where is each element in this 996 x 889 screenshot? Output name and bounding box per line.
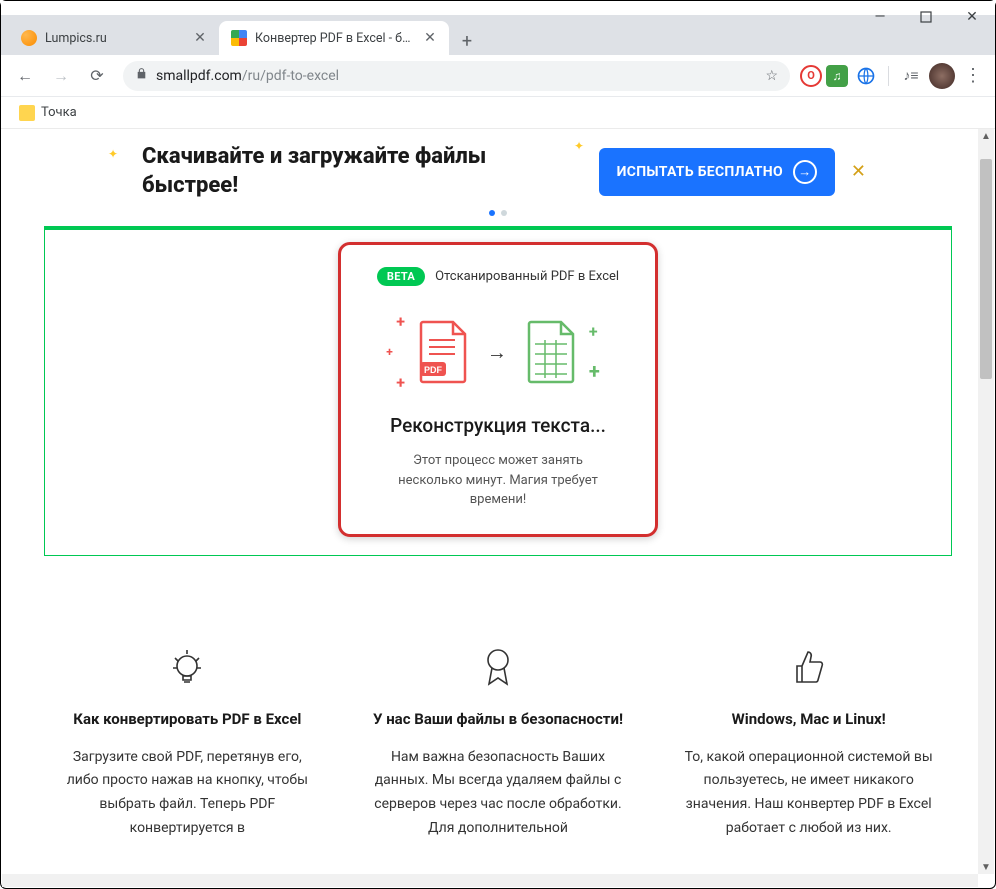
browser-toolbar: ← → ⟳ smallpdf.com/ru/pdf-to-excel ☆ O ♫…: [1, 55, 995, 97]
converter-card: BETA Отсканированный PDF в Excel + + +: [338, 242, 658, 537]
close-icon[interactable]: ✕: [193, 31, 207, 45]
feature-title: Windows, Mac и Linux!: [732, 710, 886, 728]
favicon-icon: [21, 30, 37, 46]
promo-close-button[interactable]: ✕: [845, 155, 872, 188]
feature-text: Нам важна безопасность Ваших данных. Мы …: [371, 746, 626, 841]
features-row: Как конвертировать PDF в Excel Загрузите…: [52, 646, 944, 841]
extension-opera-icon[interactable]: O: [800, 65, 822, 87]
feature-text: То, какой операционной системой вы польз…: [681, 746, 936, 841]
plus-icon: +: [589, 322, 600, 341]
url-text: smallpdf.com/ru/pdf-to-excel: [156, 68, 757, 84]
back-button[interactable]: ←: [9, 60, 41, 92]
page-viewport: ✦ ✦ Скачивайте и загружайте файлы быстре…: [2, 129, 994, 874]
feature-platforms: Windows, Mac и Linux! То, какой операцио…: [673, 646, 944, 841]
try-free-button[interactable]: ИСПЫТАТЬ БЕСПЛАТНО →: [599, 148, 835, 196]
toolbar-separator: [888, 66, 889, 86]
pdf-file-icon: PDF: [417, 320, 469, 384]
tab-title: Lumpics.ru: [45, 31, 185, 46]
cta-label: ИСПЫТАТЬ БЕСПЛАТНО: [617, 164, 783, 180]
feature-safety: У нас Ваши файлы в безопасности! Нам важ…: [363, 646, 634, 841]
menu-button[interactable]: ⋮: [959, 62, 987, 90]
arrow-right-icon: →: [487, 340, 507, 365]
close-icon[interactable]: ✕: [423, 31, 437, 45]
favicon-icon: [231, 30, 247, 46]
reload-button[interactable]: ⟳: [81, 60, 113, 92]
folder-icon: [19, 105, 35, 121]
new-tab-button[interactable]: +: [453, 27, 481, 55]
lightbulb-icon: [169, 646, 205, 688]
feature-title: У нас Ваши файлы в безопасности!: [373, 710, 623, 728]
plus-icon: +: [396, 373, 405, 392]
scroll-up-icon[interactable]: ▲: [980, 129, 992, 143]
plus-icon: +: [386, 345, 405, 359]
tab-lumpics[interactable]: Lumpics.ru ✕: [9, 21, 219, 55]
scroll-down-icon[interactable]: ▼: [980, 860, 992, 874]
window-titlebar: [1, 1, 995, 15]
processing-description: Этот процесс может занять несколько мину…: [383, 451, 613, 510]
media-control-icon[interactable]: ♪≡: [897, 62, 925, 90]
beta-badge: BETA: [377, 267, 425, 286]
excel-file-icon: [525, 320, 577, 384]
scroll-thumb[interactable]: [980, 159, 992, 379]
thumbsup-icon: [791, 646, 827, 688]
processing-title: Реконструкция текста...: [390, 414, 606, 437]
converter-panel: BETA Отсканированный PDF в Excel + + +: [44, 226, 952, 556]
maximize-button[interactable]: [903, 1, 949, 33]
close-window-button[interactable]: ✕: [949, 1, 995, 33]
extension-music-icon[interactable]: ♫: [826, 65, 848, 87]
tab-title: Конвертер PDF в Excel - беспла: [255, 31, 415, 46]
plus-icon: +: [589, 359, 600, 383]
minimize-button[interactable]: —: [857, 1, 903, 33]
arrow-right-icon: →: [793, 160, 817, 184]
profile-avatar[interactable]: [929, 63, 955, 89]
promo-banner: ✦ ✦ Скачивайте и загружайте файлы быстре…: [112, 139, 884, 218]
window-controls: — ✕: [857, 1, 995, 41]
bookmarks-bar: Точка: [1, 97, 995, 129]
bookmark-label: Точка: [41, 105, 77, 120]
bookmark-star-icon[interactable]: ☆: [765, 68, 778, 84]
sparkle-icon: ✦: [574, 139, 584, 153]
address-bar[interactable]: smallpdf.com/ru/pdf-to-excel ☆: [123, 61, 790, 91]
beta-text: Отсканированный PDF в Excel: [435, 269, 619, 284]
bookmark-item[interactable]: Точка: [13, 101, 83, 125]
feature-text: Загрузите свой PDF, перетянув его, либо …: [60, 746, 315, 841]
conversion-icons: + + + PDF →: [396, 312, 600, 392]
tab-strip: Lumpics.ru ✕ Конвертер PDF в Excel - бес…: [1, 15, 995, 55]
beta-row: BETA Отсканированный PDF в Excel: [377, 267, 619, 286]
sparkle-icon: ✦: [108, 147, 118, 161]
plus-icon: +: [396, 312, 405, 331]
extension-globe-icon[interactable]: [852, 62, 880, 90]
feature-title: Как конвертировать PDF в Excel: [73, 710, 301, 728]
award-icon: [480, 646, 516, 688]
forward-button[interactable]: →: [45, 60, 77, 92]
vertical-scrollbar[interactable]: ▲ ▼: [978, 129, 994, 874]
promo-heading: Скачивайте и загружайте файлы быстрее!: [142, 143, 486, 200]
lock-icon: [135, 67, 148, 84]
horizontal-scrollbar[interactable]: [2, 874, 978, 887]
feature-howto: Как конвертировать PDF в Excel Загрузите…: [52, 646, 323, 841]
tab-smallpdf[interactable]: Конвертер PDF в Excel - беспла ✕: [219, 21, 449, 55]
svg-text:PDF: PDF: [424, 365, 443, 375]
